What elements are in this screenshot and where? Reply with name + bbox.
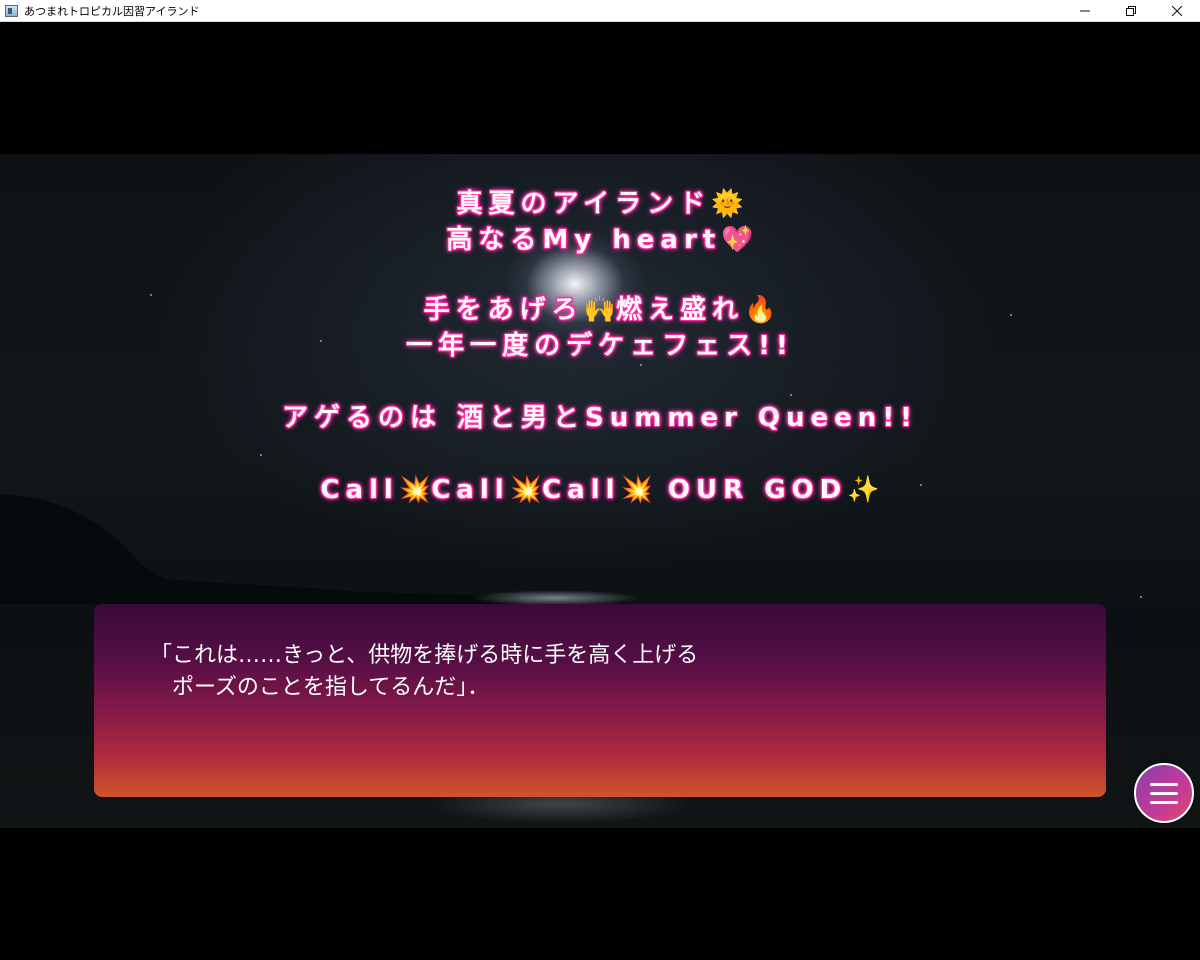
message-text: 「これは……きっと、供物を捧げる時に手を高く上げる ポーズのことを指してるんだ」… (150, 640, 1050, 704)
collision-icon: 💥 (398, 475, 432, 505)
restore-button[interactable] (1108, 0, 1154, 22)
lyrics-overlay: 真夏のアイランド🌞 高なるMy heart💖 手をあげろ🙌燃え盛れ🔥 一年一度の… (0, 186, 1200, 508)
sparkles-icon: ✨ (847, 475, 880, 505)
sun-emoji-icon: 🌞 (711, 189, 744, 219)
raised-hands-icon: 🙌 (583, 295, 616, 325)
lyric-line-2: 高なるMy heart💖 (446, 225, 754, 255)
lyric-line-3: 手をあげろ🙌燃え盛れ🔥 (423, 295, 777, 325)
window-titlebar: あつまれトロピカル因習アイランド (0, 0, 1200, 22)
close-icon (1172, 5, 1182, 16)
app-icon (5, 4, 18, 17)
lyric-line-5: アゲるのは 酒と男とSummer Queen!! (281, 403, 919, 433)
lyric-line-4: 一年一度のデケェフェス!! (406, 331, 794, 361)
menu-button[interactable] (1134, 763, 1194, 823)
message-line-1: 「これは……きっと、供物を捧げる時に手を高く上げる (150, 643, 699, 668)
minimize-button[interactable] (1062, 0, 1108, 22)
restore-icon (1126, 5, 1136, 16)
close-button[interactable] (1154, 0, 1200, 22)
collision-icon: 💥 (509, 475, 543, 505)
sparkling-heart-icon: 💖 (721, 225, 754, 255)
hamburger-menu-icon (1150, 777, 1178, 810)
letterbox-top (0, 22, 1200, 154)
minimize-icon (1080, 10, 1090, 11)
lyric-line-1: 真夏のアイランド🌞 (456, 189, 744, 219)
lyric-line-6: Call💥Call💥Call💥 OUR GOD✨ (320, 475, 880, 505)
message-line-2: ポーズのことを指してるんだ」． (150, 675, 490, 700)
window-title: あつまれトロピカル因習アイランド (24, 4, 200, 18)
collision-icon: 💥 (620, 475, 653, 505)
letterbox-bottom (0, 828, 1200, 960)
fire-icon: 🔥 (744, 295, 777, 325)
